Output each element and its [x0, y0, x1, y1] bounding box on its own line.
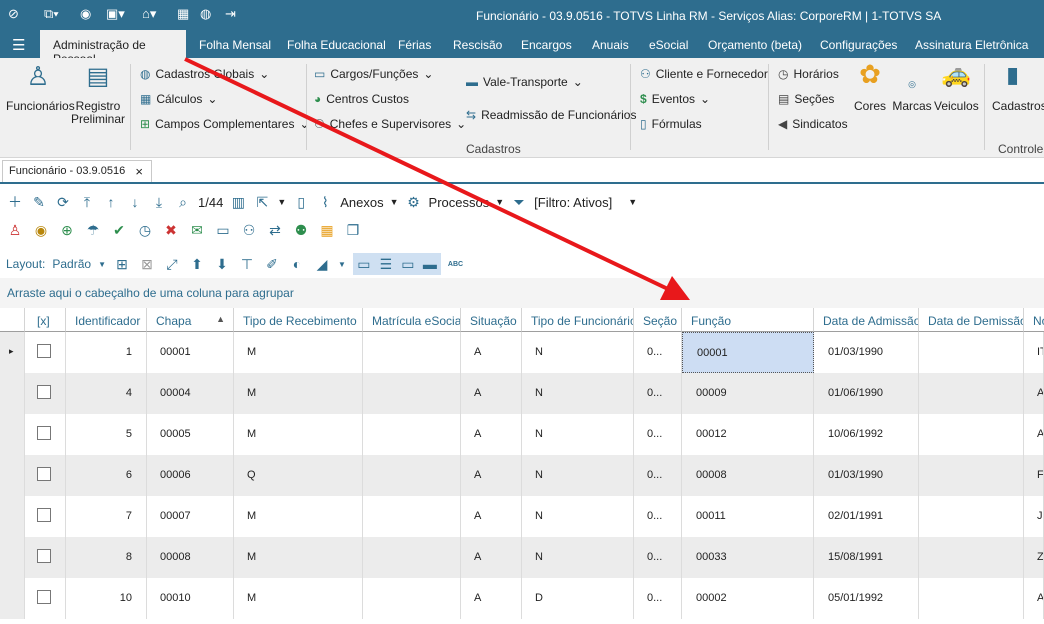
annotation-arrow [184, 57, 690, 300]
